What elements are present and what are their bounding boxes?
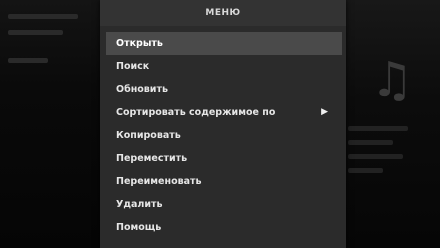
menu-item-delete[interactable]: Удалить: [106, 193, 342, 216]
menu-item-label: Помощь: [116, 222, 162, 233]
blurred-text: [348, 154, 403, 159]
blurred-text: [348, 168, 383, 173]
blurred-text: [348, 140, 393, 145]
menu-item-label: Открыть: [116, 38, 163, 49]
blurred-text: [8, 58, 48, 63]
blurred-text: [348, 126, 408, 131]
music-note-icon: ♫: [370, 52, 414, 108]
menu-item-sort-by[interactable]: Сортировать содержимое по ▶: [106, 101, 342, 124]
menu-item-label: Переместить: [116, 153, 188, 164]
menu-item-label: Переименовать: [116, 176, 202, 187]
menu-item-search[interactable]: Поиск: [106, 55, 342, 78]
menu-item-label: Поиск: [116, 61, 150, 72]
menu-item-label: Обновить: [116, 84, 168, 95]
menu-item-label: Удалить: [116, 199, 163, 210]
menu-item-rename[interactable]: Переименовать: [106, 170, 342, 193]
menu-item-label: Сортировать содержимое по: [116, 107, 276, 118]
menu-title: МЕНЮ: [100, 0, 346, 26]
menu-item-label: Копировать: [116, 130, 181, 141]
blurred-text: [8, 14, 78, 19]
menu-item-copy[interactable]: Копировать: [106, 124, 342, 147]
background-right-panel: ♫: [346, 0, 440, 248]
menu-item-open[interactable]: Открыть: [106, 32, 342, 55]
menu-item-refresh[interactable]: Обновить: [106, 78, 342, 101]
triangle-right-icon: ▶: [321, 107, 328, 117]
tv-screen: ♫ МЕНЮ Открыть Поиск Обновить Сортироват…: [0, 0, 440, 248]
menu-item-help[interactable]: Помощь: [106, 216, 342, 239]
menu-item-move[interactable]: Переместить: [106, 147, 342, 170]
menu-list: Открыть Поиск Обновить Сортировать содер…: [100, 26, 346, 239]
context-menu: МЕНЮ Открыть Поиск Обновить Сортировать …: [100, 0, 346, 248]
blurred-text: [8, 30, 63, 35]
background-left-panel: [0, 0, 100, 248]
